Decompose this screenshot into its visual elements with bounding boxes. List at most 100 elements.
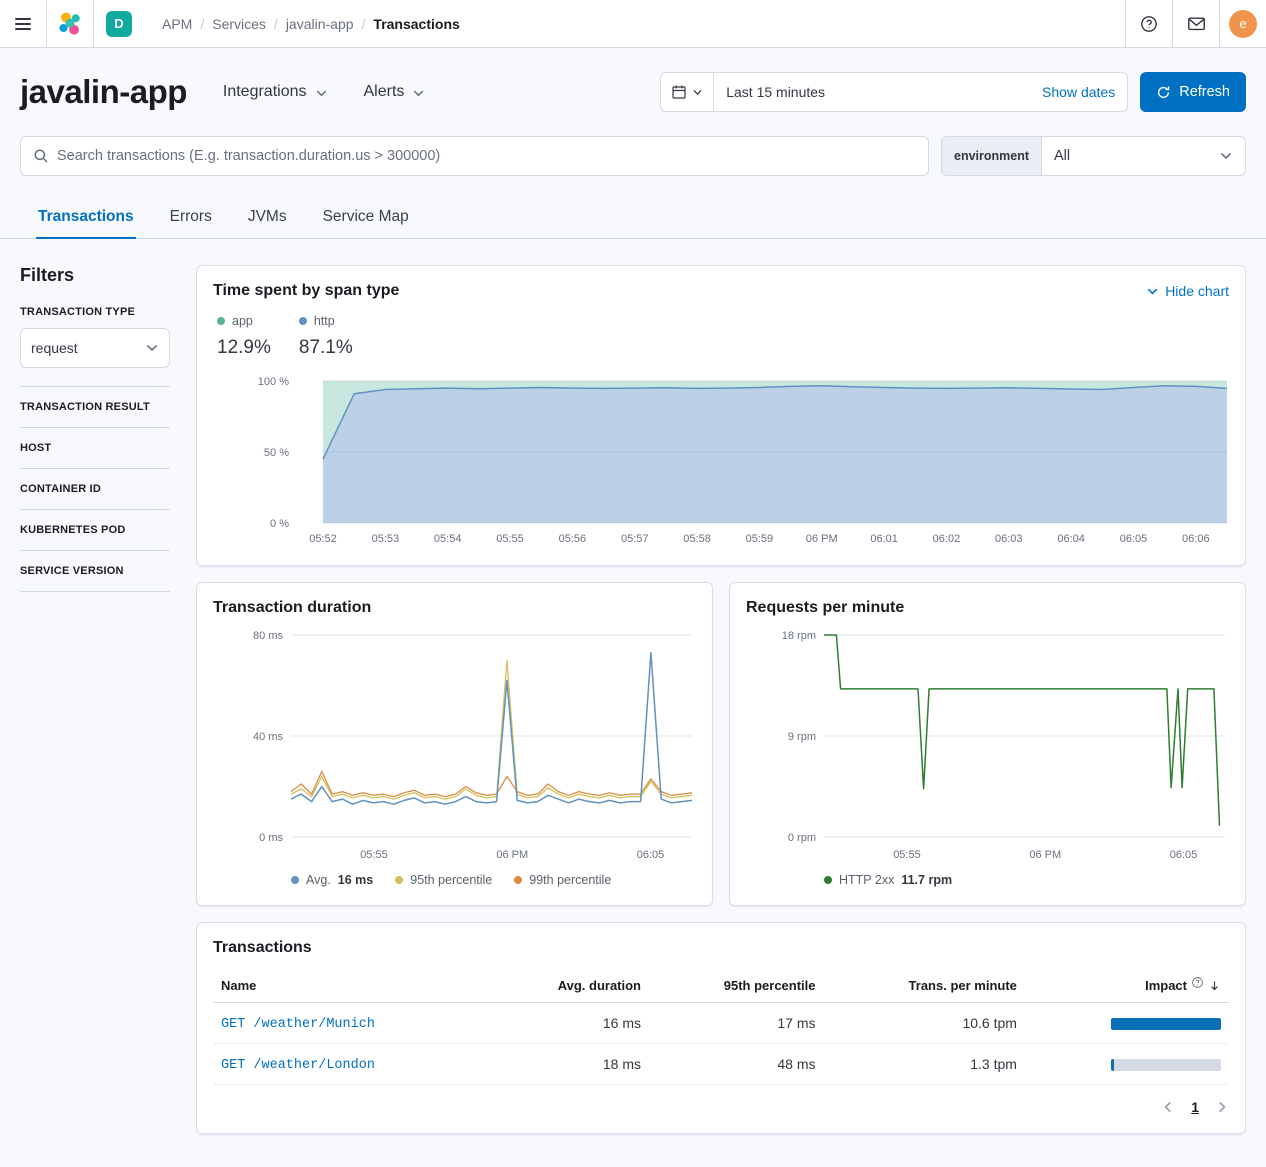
svg-text:05:53: 05:53 <box>372 533 400 545</box>
transaction-link-munich[interactable]: GET /weather/Munich <box>221 1017 375 1032</box>
svg-text:100 %: 100 % <box>258 376 289 388</box>
tab-service-map[interactable]: Service Map <box>321 198 411 239</box>
app-legend-dot <box>217 317 225 325</box>
app-percentage: 12.9% <box>217 337 271 359</box>
time-spent-by-span-type-panel: Time spent by span type Hide chart app 1… <box>196 265 1246 566</box>
svg-text:06:05: 06:05 <box>637 849 665 861</box>
search-box <box>20 136 929 176</box>
breadcrumb-service[interactable]: javalin-app <box>286 16 354 32</box>
rpm-panel-title: Requests per minute <box>746 599 1229 617</box>
filter-section-host[interactable]: HOST <box>20 428 170 469</box>
transaction-link-london[interactable]: GET /weather/London <box>221 1058 375 1073</box>
integrations-label: Integrations <box>223 83 307 101</box>
legend-item-99th[interactable]: 99th percentile <box>514 873 611 887</box>
menu-button[interactable] <box>0 0 46 47</box>
svg-text:18 rpm: 18 rpm <box>782 630 816 642</box>
column-header-impact[interactable]: Impact <box>1025 969 1229 1003</box>
tab-errors[interactable]: Errors <box>168 198 214 239</box>
requests-per-minute-panel: Requests per minute 18 rpm9 rpm0 rpm05:5… <box>729 582 1246 906</box>
filter-section-container-id[interactable]: CONTAINER ID <box>20 469 170 510</box>
svg-text:05:56: 05:56 <box>559 533 587 545</box>
cell-95th-percentile: 48 ms <box>649 1044 824 1085</box>
alerts-menu-button[interactable]: Alerts <box>364 83 426 101</box>
legend-item-http2xx[interactable]: HTTP 2xx 11.7 rpm <box>824 873 952 887</box>
legend-item-http[interactable]: http <box>299 314 353 328</box>
quick-select-menu-button[interactable] <box>661 73 714 111</box>
filter-section-kubernetes-pod[interactable]: KUBERNETES POD <box>20 510 170 551</box>
transactions-table-panel: Transactions Name Avg. duration 95th per… <box>196 922 1246 1134</box>
svg-text:06 PM: 06 PM <box>496 849 528 861</box>
chevron-right-icon <box>1215 1100 1229 1114</box>
breadcrumb-separator: / <box>362 16 366 32</box>
column-header-name[interactable]: Name <box>213 969 488 1003</box>
breadcrumb-apm[interactable]: APM <box>162 16 192 32</box>
legend-item-avg[interactable]: Avg. 16 ms <box>291 873 373 887</box>
breadcrumb-services[interactable]: Services <box>212 16 266 32</box>
requests-per-minute-chart[interactable]: 18 rpm9 rpm0 rpm05:5506 PM06:05 <box>746 625 1229 865</box>
filter-section-service-version[interactable]: SERVICE VERSION <box>20 551 170 592</box>
previous-page-button[interactable] <box>1161 1100 1175 1114</box>
next-page-button[interactable] <box>1215 1100 1229 1114</box>
help-button[interactable] <box>1126 0 1172 47</box>
time-range-value[interactable]: Last 15 minutes <box>714 84 1030 100</box>
legend-item-app[interactable]: app <box>217 314 271 328</box>
hide-chart-button[interactable]: Hide chart <box>1146 283 1229 299</box>
svg-text:06 PM: 06 PM <box>1029 849 1061 861</box>
p95-legend-label: 95th percentile <box>410 873 492 887</box>
search-input[interactable] <box>57 148 916 164</box>
column-header-95th-percentile[interactable]: 95th percentile <box>649 969 824 1003</box>
chevron-down-icon <box>315 87 328 100</box>
p95-legend-dot <box>395 876 403 884</box>
span-type-area-chart[interactable]: 100 %50 %0 %05:5205:5305:5405:5505:5605:… <box>213 367 1229 549</box>
user-menu-button[interactable]: e <box>1220 0 1266 47</box>
svg-text:06:01: 06:01 <box>870 533 898 545</box>
divider <box>93 0 94 47</box>
refresh-button[interactable]: Refresh <box>1140 72 1246 112</box>
transaction-type-label: TRANSACTION TYPE <box>20 306 170 318</box>
svg-text:06 PM: 06 PM <box>806 533 838 545</box>
http-legend-label: http <box>314 314 335 328</box>
notifications-button[interactable] <box>1173 0 1219 47</box>
mail-icon <box>1187 14 1206 33</box>
http2xx-legend-dot <box>824 876 832 884</box>
elastic-logo[interactable] <box>47 0 93 47</box>
svg-text:05:55: 05:55 <box>496 533 524 545</box>
tab-transactions[interactable]: Transactions <box>36 198 136 239</box>
column-header-avg-duration[interactable]: Avg. duration <box>488 969 649 1003</box>
page-number-1[interactable]: 1 <box>1185 1097 1205 1117</box>
transaction-type-select[interactable]: request <box>20 328 170 368</box>
avg-legend-value: 16 ms <box>338 873 373 887</box>
chevron-down-icon <box>692 87 703 98</box>
legend-item-95th[interactable]: 95th percentile <box>395 873 492 887</box>
duration-panel-title: Transaction duration <box>213 599 696 617</box>
environment-filter: environment All <box>941 136 1246 176</box>
impact-bar-fill <box>1111 1018 1221 1030</box>
cell-avg-duration: 16 ms <box>488 1003 649 1044</box>
transactions-table-title: Transactions <box>213 939 1229 957</box>
column-header-tpm[interactable]: Trans. per minute <box>824 969 1025 1003</box>
chevron-down-icon <box>1219 149 1233 163</box>
span-panel-title: Time spent by span type <box>213 282 399 300</box>
sort-down-icon <box>1208 979 1221 992</box>
table-row: GET /weather/Munich 16 ms 17 ms 10.6 tpm <box>213 1003 1229 1044</box>
p99-legend-dot <box>514 876 522 884</box>
environment-select[interactable]: All <box>1042 137 1245 175</box>
alerts-label: Alerts <box>364 83 405 101</box>
transaction-duration-chart[interactable]: 80 ms40 ms0 ms05:5506 PM06:05 <box>213 625 696 865</box>
space-badge[interactable]: D <box>106 11 132 37</box>
duration-legend: Avg. 16 ms 95th percentile 99th percenti… <box>291 873 696 887</box>
filters-sidebar: Filters TRANSACTION TYPE request TRANSAC… <box>20 265 170 1150</box>
impact-bar <box>1111 1018 1221 1030</box>
filter-section-transaction-result[interactable]: TRANSACTION RESULT <box>20 387 170 428</box>
cell-tpm: 1.3 tpm <box>824 1044 1025 1085</box>
svg-text:05:58: 05:58 <box>683 533 711 545</box>
svg-text:50 %: 50 % <box>264 447 289 459</box>
show-dates-button[interactable]: Show dates <box>1030 84 1127 100</box>
svg-text:06:05: 06:05 <box>1120 533 1148 545</box>
breadcrumb-separator: / <box>274 16 278 32</box>
svg-text:80 ms: 80 ms <box>253 630 283 642</box>
search-row: environment All <box>20 136 1246 176</box>
tab-jvms[interactable]: JVMs <box>246 198 289 239</box>
calendar-icon <box>671 84 687 100</box>
integrations-menu-button[interactable]: Integrations <box>223 83 328 101</box>
